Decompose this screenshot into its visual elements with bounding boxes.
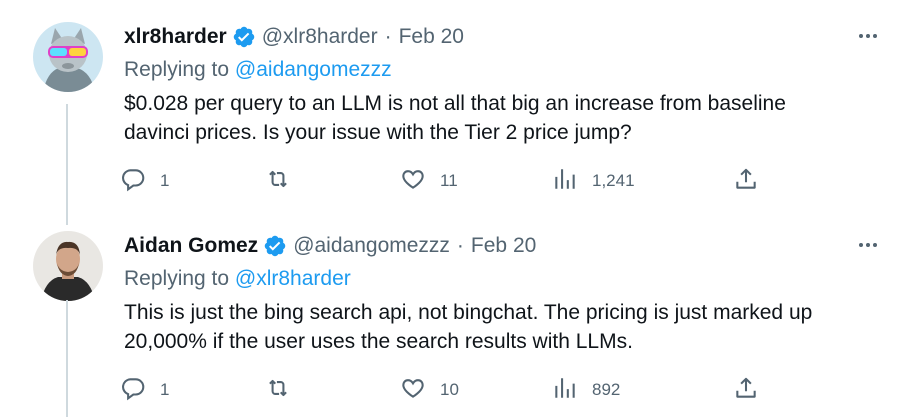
display-name[interactable]: xlr8harder	[124, 25, 227, 49]
mention-link[interactable]: @aidangomezzz	[235, 58, 392, 81]
tweet-text-line: davinci prices. Is your issue with the T…	[124, 121, 632, 144]
tweet-text-line: $0.028 per query to an LLM is not all th…	[124, 92, 786, 115]
replying-to: Replying to @xlr8harder	[124, 267, 351, 291]
tweet-2[interactable]: Aidan Gomez @aidangomezzz · Feb 20 Reply…	[0, 208, 907, 417]
reply-count: 1	[160, 171, 170, 190]
views-icon	[552, 166, 578, 197]
like-count: 10	[440, 380, 459, 399]
tweet-text: $0.028 per query to an LLM is not all th…	[124, 89, 894, 147]
avatar[interactable]	[33, 231, 103, 301]
verified-icon	[263, 234, 287, 258]
views-count: 892	[592, 380, 621, 399]
tweet-header: xlr8harder @xlr8harder · Feb 20	[124, 23, 464, 51]
handle[interactable]: @xlr8harder	[262, 25, 378, 49]
reply-button[interactable]: 1	[120, 375, 169, 405]
like-icon	[400, 166, 426, 197]
tweet-text-line: This is just the bing search api, not bi…	[124, 301, 813, 324]
share-icon	[733, 375, 759, 406]
like-count: 11	[440, 171, 458, 190]
replying-prefix: Replying to	[124, 267, 230, 290]
tweet-text: This is just the bing search api, not bi…	[124, 298, 894, 356]
action-bar: 1 10 892	[120, 375, 770, 405]
more-icon[interactable]	[856, 233, 880, 257]
views-count: 1,241	[592, 171, 635, 190]
separator: ·	[384, 25, 392, 48]
like-button[interactable]: 11	[400, 166, 458, 196]
retweet-button[interactable]	[265, 375, 305, 405]
replying-to: Replying to @aidangomezzz	[124, 58, 392, 82]
timestamp[interactable]: Feb 20	[399, 25, 464, 49]
retweet-icon	[265, 166, 291, 197]
share-button[interactable]	[733, 166, 759, 196]
like-button[interactable]: 10	[400, 375, 459, 405]
like-icon	[400, 375, 426, 406]
tweet-1[interactable]: xlr8harder @xlr8harder · Feb 20 Replying…	[0, 0, 907, 208]
display-name[interactable]: Aidan Gomez	[124, 234, 258, 258]
reply-button[interactable]: 1	[120, 166, 169, 196]
views-icon	[552, 375, 578, 406]
tweet-header: Aidan Gomez @aidangomezzz · Feb 20	[124, 232, 536, 260]
views-button[interactable]: 1,241	[552, 166, 635, 196]
reply-icon	[120, 375, 146, 406]
handle[interactable]: @aidangomezzz	[293, 234, 450, 258]
replying-prefix: Replying to	[124, 58, 230, 81]
timestamp[interactable]: Feb 20	[471, 234, 536, 258]
reply-count: 1	[160, 380, 170, 399]
thread-line	[66, 300, 68, 417]
tweet-text-line: 20,000% if the user uses the search resu…	[124, 330, 633, 353]
share-icon	[733, 166, 759, 197]
verified-icon	[232, 25, 256, 49]
reply-icon	[120, 166, 146, 197]
action-bar: 1 11 1,241	[120, 166, 770, 196]
share-button[interactable]	[733, 375, 759, 405]
separator: ·	[456, 234, 464, 257]
retweet-button[interactable]	[265, 166, 305, 196]
views-button[interactable]: 892	[552, 375, 620, 405]
more-icon[interactable]	[856, 24, 880, 48]
mention-link[interactable]: @xlr8harder	[235, 267, 351, 290]
retweet-icon	[265, 375, 291, 406]
avatar[interactable]	[33, 22, 103, 92]
